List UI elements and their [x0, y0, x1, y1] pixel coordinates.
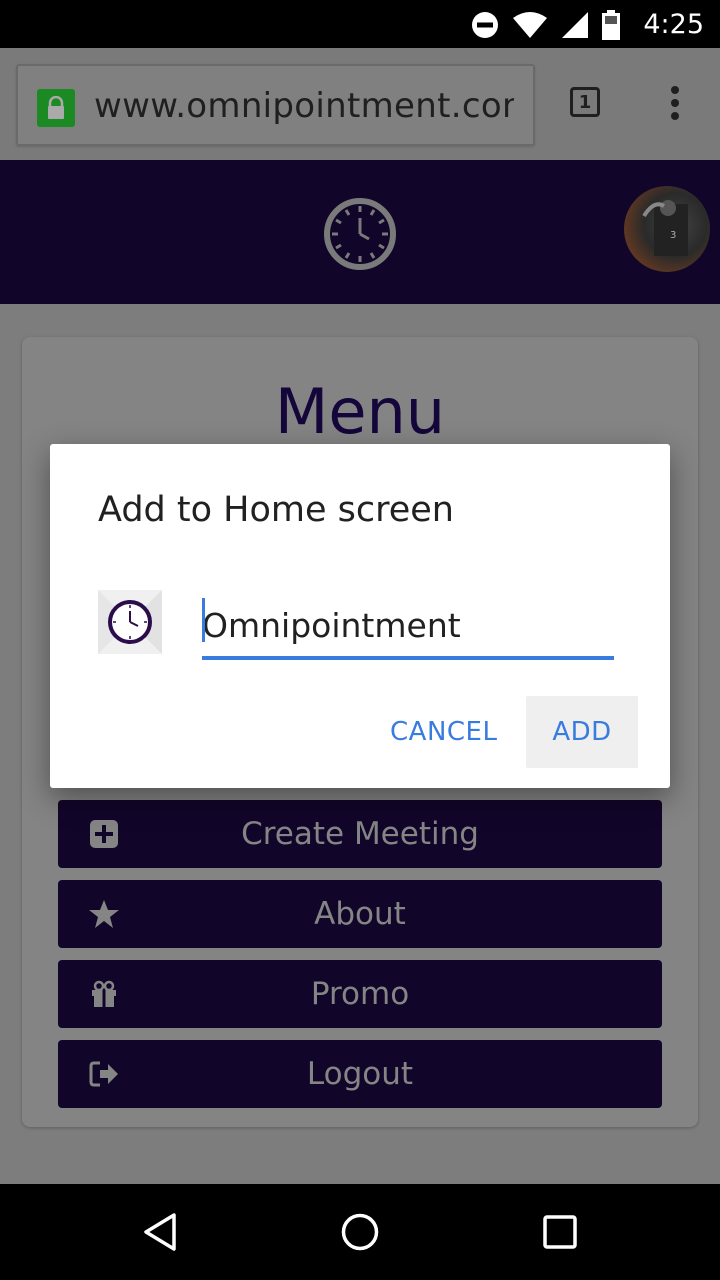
logout-button[interactable]: Logout: [58, 1040, 662, 1108]
logout-label: Logout: [306, 1056, 414, 1092]
lock-icon[interactable]: [37, 89, 75, 127]
overflow-menu-icon[interactable]: [670, 86, 680, 122]
gift-icon: [92, 980, 116, 1007]
text-cursor: [202, 598, 205, 642]
plus-square-icon: [90, 820, 118, 848]
app-name-field[interactable]: [202, 594, 614, 660]
dialog-title: Add to Home screen: [98, 490, 454, 530]
clock-icon[interactable]: [322, 196, 398, 272]
url-text[interactable]: www.omnipointment.com/r: [94, 84, 514, 128]
create-meeting-button[interactable]: Create Meeting: [58, 800, 662, 868]
sign-out-icon: [89, 1061, 118, 1087]
app-header: 3: [0, 160, 720, 304]
promo-button[interactable]: Promo: [58, 960, 662, 1028]
tab-switcher-button[interactable]: 1: [570, 87, 600, 117]
cancel-button[interactable]: CANCEL: [376, 696, 511, 768]
navigation-bar: [0, 1184, 720, 1280]
recents-icon[interactable]: [542, 1214, 578, 1250]
home-icon[interactable]: [340, 1212, 380, 1252]
svg-text:3: 3: [670, 230, 676, 241]
app-icon: [98, 590, 162, 654]
url-bar[interactable]: www.omnipointment.com/r: [16, 64, 535, 146]
battery-icon: [602, 10, 620, 40]
wifi-icon: [513, 12, 547, 38]
browser-toolbar: www.omnipointment.com/r 1: [0, 48, 720, 160]
star-icon: [89, 900, 119, 928]
add-button[interactable]: ADD: [526, 696, 638, 768]
add-to-home-dialog: Add to Home screen CANCEL ADD: [50, 444, 670, 788]
about-button[interactable]: About: [58, 880, 662, 948]
do-not-disturb-icon: [472, 12, 498, 38]
create-meeting-label: Create Meeting: [241, 816, 479, 852]
avatar[interactable]: 3: [624, 186, 710, 272]
promo-label: Promo: [310, 976, 410, 1012]
page-title: Menu: [274, 375, 446, 448]
status-time: 4:25: [643, 9, 704, 40]
back-icon[interactable]: [140, 1212, 180, 1252]
signal-icon: [562, 12, 588, 38]
status-icons: [470, 8, 620, 42]
about-label: About: [314, 896, 406, 932]
status-bar: 4:25: [0, 0, 720, 48]
